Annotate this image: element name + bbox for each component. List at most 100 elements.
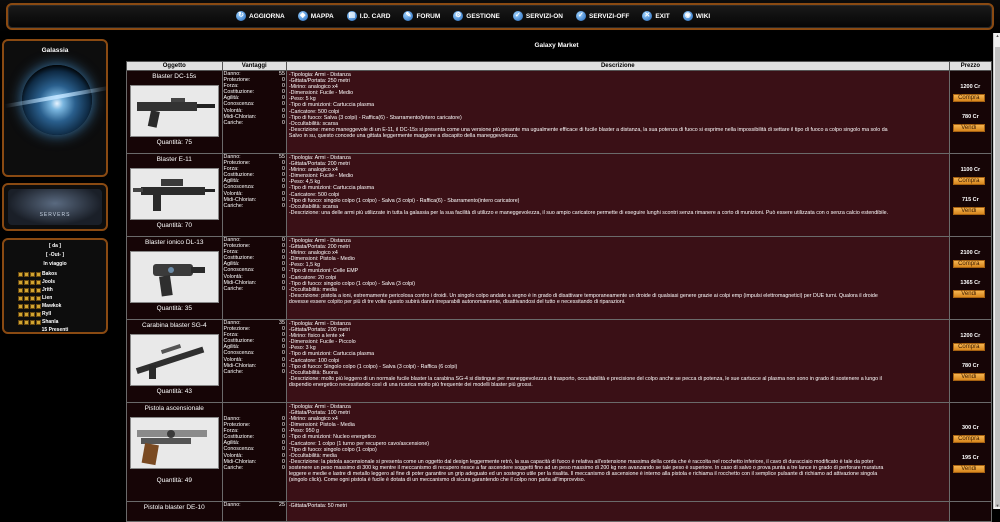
- scroll-up-arrow-icon[interactable]: ▲: [994, 33, 1000, 39]
- page-scrollbar[interactable]: ▲ ▼: [993, 33, 1000, 509]
- online-users-panel: [ da ] [ -Out- ] In viaggio Bakos Jools Jr…: [2, 238, 108, 334]
- user-status-icon: [24, 303, 29, 309]
- item-description-cell: -Tipologia: Armi - Distanza -Gittata/Port…: [285, 153, 950, 237]
- item-name: Carabina blaster SG-4: [141, 322, 207, 329]
- settings-icon[interactable]: ⚙: [453, 11, 464, 21]
- nav-item-0[interactable]: ↻ AGGIORNA: [236, 11, 285, 21]
- market-row: Blaster E-11 Quantità: 70 Danno: 55 Protezio…: [126, 153, 993, 237]
- map-icon[interactable]: ◆: [297, 11, 308, 21]
- online-user-name[interactable]: Jools: [42, 279, 55, 285]
- online-user-name[interactable]: Mawkok: [42, 303, 61, 309]
- online-user[interactable]: Bakos: [18, 270, 102, 278]
- nav-item-label: AGGIORNA: [249, 12, 285, 20]
- scroll-thumb[interactable]: [995, 47, 1000, 507]
- nav-item-2[interactable]: ▤ I.D. CARD: [346, 11, 390, 21]
- nav-item-label: EXIT: [655, 12, 670, 20]
- user-status-icon: [30, 271, 35, 277]
- buy-button[interactable]: Compra: [952, 435, 985, 443]
- check-icon[interactable]: ✓: [512, 11, 523, 21]
- stat-label: Cariche:: [223, 202, 244, 209]
- description-line: (singolo click). Come ogni pistola è fuc…: [288, 477, 586, 484]
- nav-item-7[interactable]: ✕ EXIT: [642, 11, 670, 21]
- logo-image[interactable]: [8, 189, 102, 225]
- item-image[interactable]: [130, 334, 219, 386]
- user-status-icon: [24, 311, 29, 317]
- header-advantages: Vantaggi: [221, 61, 287, 71]
- stat-value: 25: [279, 502, 285, 508]
- online-user[interactable]: Jrith: [18, 286, 102, 294]
- item-price-cell: 2100 Cr Compra 1365 Cr Vendi: [948, 236, 993, 320]
- item-image[interactable]: [130, 168, 219, 220]
- online-user-name[interactable]: Shanla: [42, 319, 58, 325]
- item-stats-cell: Danno: 55 Protezione: 0 Forza: 0 Costituzione:…: [221, 70, 287, 154]
- scroll-down-arrow-icon[interactable]: ▼: [994, 503, 1000, 509]
- buy-button[interactable]: Compra: [952, 260, 985, 268]
- item-stats-cell: Danno: 0 Protezione: 0 Forza: 0 Costituzione: 0…: [221, 236, 287, 320]
- market-row: Pistola blaster DE-10 Danno: 25 -Gittata/Po…: [126, 501, 993, 522]
- online-user-name[interactable]: Bakos: [42, 271, 57, 277]
- stat-label: Cariche:: [223, 119, 244, 126]
- market-row: Pistola ascensionale Quantità: 49 Danno: 0 P…: [126, 402, 993, 502]
- exit-icon[interactable]: ✕: [642, 11, 653, 21]
- galaxy-title: Galassia: [41, 47, 69, 54]
- sell-button[interactable]: Vendi: [952, 465, 985, 473]
- buy-price: 1200 Cr: [960, 333, 981, 339]
- user-status-icon: [30, 319, 35, 325]
- nav-item-5[interactable]: ✓ SERVIZI-ON: [512, 11, 563, 21]
- buy-button[interactable]: Compra: [952, 94, 985, 102]
- nav-item-label: WIKI: [695, 12, 711, 20]
- user-status-icon: [30, 287, 35, 293]
- stat-label: Cariche:: [223, 464, 244, 471]
- id-card-icon[interactable]: ▤: [346, 11, 357, 21]
- online-line-2[interactable]: [ -Out- ]: [4, 252, 106, 258]
- online-user-name[interactable]: Jrith: [42, 287, 53, 293]
- user-status-icon: [24, 319, 29, 325]
- online-user-name[interactable]: Lien: [42, 295, 52, 301]
- wiki-icon[interactable]: ◉: [682, 11, 693, 21]
- nav-item-3[interactable]: ✎ FORUM: [403, 11, 440, 21]
- buy-button[interactable]: Compra: [952, 177, 985, 185]
- nav-item-1[interactable]: ◆ MAPPA: [297, 11, 334, 21]
- stat-value: 0: [281, 202, 285, 209]
- refresh-icon[interactable]: ↻: [236, 11, 246, 21]
- market-row: Blaster DC-15s Quantità: 75 Danno: 55 Protez…: [126, 70, 993, 154]
- top-navbar: ↻ AGGIORNA ◆ MAPPA ▤ I.D. CARD ✎ FORUM ⚙ GESTIONE…: [0, 0, 1000, 33]
- online-user[interactable]: Shanla: [18, 318, 102, 326]
- forum-icon[interactable]: ✎: [403, 11, 414, 21]
- nav-item-8[interactable]: ◉ WIKI: [682, 11, 711, 21]
- user-status-icon: [18, 279, 23, 285]
- online-user[interactable]: Jools: [18, 278, 102, 286]
- nav-item-4[interactable]: ⚙ GESTIONE: [453, 11, 500, 21]
- online-user[interactable]: Mawkok: [18, 302, 102, 310]
- sidebar: Galassia SERVERS [ da ] [ -Out- ] In via…: [0, 37, 110, 509]
- item-image[interactable]: [130, 85, 219, 137]
- item-image[interactable]: [130, 417, 219, 469]
- online-count: 15 Presenti: [41, 327, 69, 333]
- item-image[interactable]: [130, 251, 219, 303]
- online-user-name[interactable]: Ryll: [42, 311, 51, 317]
- item-quantity: Quantità: 70: [156, 222, 192, 229]
- item-object-cell: Pistola ascensionale Quantità: 49: [126, 402, 223, 502]
- online-user[interactable]: Lien: [18, 294, 102, 302]
- item-stats-cell: Danno: 25: [221, 501, 287, 522]
- sell-button[interactable]: Vendi: [952, 207, 985, 215]
- main-nav: ↻ AGGIORNA ◆ MAPPA ▤ I.D. CARD ✎ FORUM ⚙ GESTIONE…: [236, 10, 723, 22]
- sell-button[interactable]: Vendi: [952, 290, 985, 298]
- item-stats-cell: Danno: 55 Protezione: 0 Forza: 0 Costituzione:…: [221, 153, 287, 237]
- sell-button[interactable]: Vendi: [952, 373, 985, 381]
- nav-item-6[interactable]: ✓ SERVIZI-OFF: [575, 11, 629, 21]
- user-status-icon: [18, 311, 23, 317]
- check-icon[interactable]: ✓: [575, 11, 586, 21]
- description-line: -Gittata/Portata: 50 metri: [288, 503, 347, 509]
- page-title: Galaxy Market: [534, 42, 579, 49]
- online-line-1[interactable]: [ da ]: [4, 243, 106, 249]
- item-description-cell: -Tipologia: Armi - Distanza -Gittata/Port…: [285, 402, 950, 502]
- buy-button[interactable]: Compra: [952, 343, 985, 351]
- item-price-cell: 1200 Cr Compra 780 Cr Vendi: [948, 319, 993, 403]
- buy-price: 1100 Cr: [960, 167, 981, 173]
- galaxy-planet-image[interactable]: [22, 65, 92, 135]
- online-user[interactable]: Ryll: [18, 310, 102, 318]
- sell-button[interactable]: Vendi: [952, 124, 985, 132]
- item-object-cell: Carabina blaster SG-4 Quantità: 43: [126, 319, 223, 403]
- nav-item-label: MAPPA: [310, 12, 334, 20]
